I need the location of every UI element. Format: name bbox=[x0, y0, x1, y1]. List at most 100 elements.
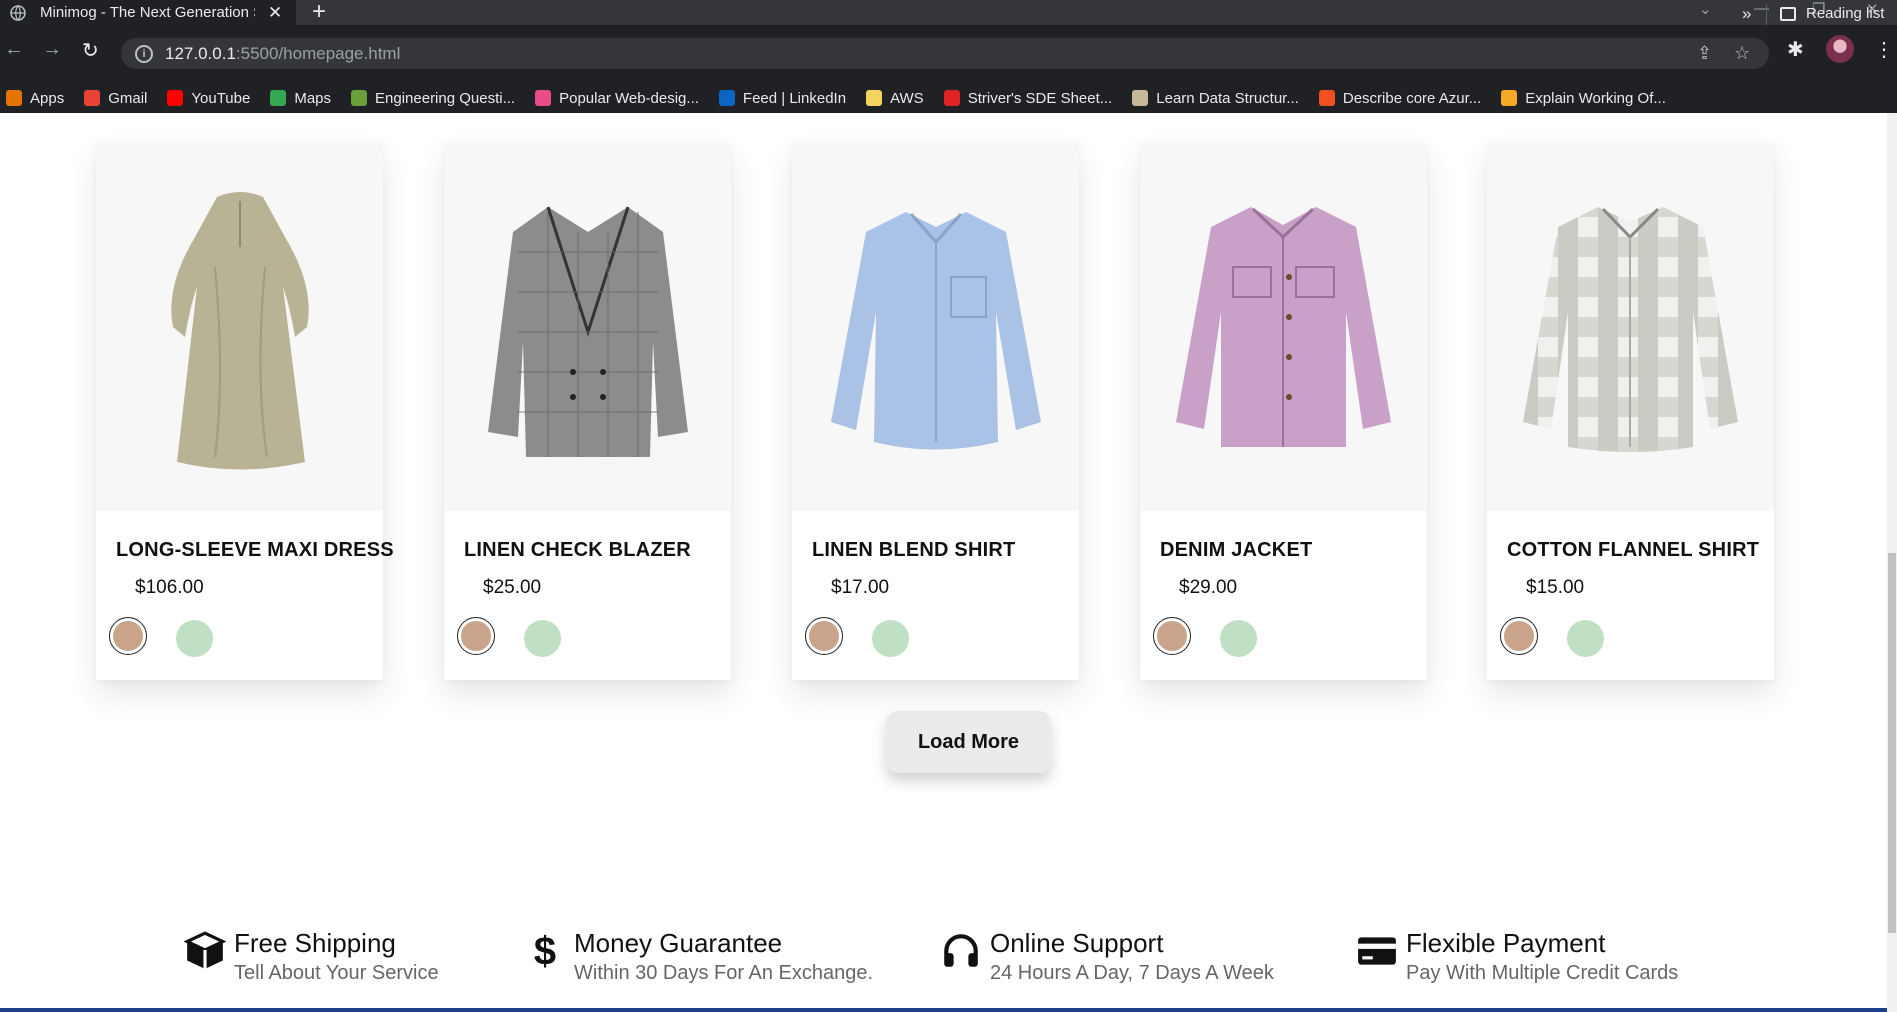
product-image[interactable] bbox=[1140, 143, 1427, 511]
feature-title: Flexible Payment bbox=[1406, 928, 1606, 958]
product-name[interactable]: LINEN CHECK BLAZER bbox=[464, 539, 691, 562]
feature-subtitle: Tell About Your Service bbox=[234, 962, 439, 984]
bookmark-label: Apps bbox=[30, 89, 65, 107]
product-name[interactable]: LONG-SLEEVE MAXI DRESS bbox=[116, 539, 394, 562]
page-scrollbar[interactable] bbox=[1887, 113, 1897, 1012]
product-card[interactable]: DENIM JACKET $29.00 bbox=[1140, 143, 1427, 680]
bookmark-label: Gmail bbox=[108, 89, 148, 107]
product-image[interactable] bbox=[792, 143, 1079, 511]
tab-close-icon[interactable]: ✕ bbox=[268, 3, 282, 23]
address-bar[interactable]: i 127.0.0.1:5500/homepage.html ⇪ ☆ bbox=[121, 38, 1769, 69]
dribbble-icon bbox=[535, 90, 552, 106]
bookmark-label: Feed | LinkedIn bbox=[742, 89, 847, 107]
linkedin-icon bbox=[718, 90, 735, 106]
tab-search-icon[interactable]: ⌄ bbox=[1699, 0, 1712, 20]
apps-grid-icon bbox=[6, 90, 22, 106]
bookmark-item[interactable]: Maps bbox=[270, 90, 331, 107]
product-price: $17.00 bbox=[831, 577, 890, 598]
dollar-icon: $ bbox=[524, 930, 566, 974]
maps-icon bbox=[270, 90, 287, 106]
bookmark-item[interactable]: Popular Web-desig... bbox=[535, 90, 699, 107]
bookmark-label: Learn Data Structur... bbox=[1156, 89, 1299, 107]
bookmarks-bar: Apps Gmail YouTube Maps Engineering Questi..… bbox=[0, 83, 1897, 113]
feature-title: Online Support bbox=[990, 928, 1164, 958]
leaf-icon bbox=[351, 90, 368, 106]
bookmark-label: Striver's SDE Sheet... bbox=[967, 89, 1113, 107]
bookmark-label: Engineering Questi... bbox=[375, 89, 516, 107]
bookmarks-overflow-button[interactable]: » bbox=[1742, 4, 1751, 24]
bookmark-item[interactable]: Explain Working Of... bbox=[1501, 90, 1666, 107]
youtube-icon bbox=[167, 90, 184, 106]
bookmark-item[interactable]: Feed | LinkedIn bbox=[718, 89, 847, 107]
reload-icon[interactable]: ↻ bbox=[82, 38, 99, 63]
product-name[interactable]: LINEN BLEND SHIRT bbox=[812, 539, 1015, 562]
color-swatch-selected[interactable] bbox=[109, 617, 147, 655]
bookmark-item[interactable]: Gmail bbox=[84, 90, 147, 107]
page-viewport: Load More LONG-SLEEVE MAXI DRESS $106.00 L… bbox=[0, 113, 1887, 1012]
color-swatch-selected[interactable] bbox=[457, 617, 495, 655]
share-icon[interactable]: ⇪ bbox=[1697, 43, 1712, 64]
color-swatch-selected[interactable] bbox=[805, 617, 843, 655]
reading-list-button[interactable]: Reading list bbox=[1780, 5, 1884, 22]
color-swatch-selected[interactable] bbox=[1500, 617, 1538, 655]
feature-title: Free Shipping bbox=[234, 928, 396, 958]
color-swatch[interactable] bbox=[1220, 620, 1257, 657]
product-card[interactable]: LINEN BLEND SHIRT $17.00 bbox=[792, 143, 1079, 680]
color-swatch[interactable] bbox=[176, 620, 213, 657]
credit-card-icon bbox=[1356, 930, 1398, 972]
color-swatch[interactable] bbox=[1567, 620, 1604, 657]
bookmark-item[interactable]: Engineering Questi... bbox=[351, 90, 515, 107]
product-image[interactable] bbox=[96, 143, 383, 511]
tab-strip: Minimog - The Next Generation Shopify ✕ … bbox=[0, 0, 1897, 25]
bookmark-item[interactable]: Learn Data Structur... bbox=[1132, 90, 1299, 107]
bookmark-star-icon[interactable]: ☆ bbox=[1734, 43, 1750, 64]
new-tab-button[interactable]: + bbox=[312, 0, 326, 24]
forward-arrow-icon[interactable]: → bbox=[42, 38, 62, 61]
color-swatch-selected[interactable] bbox=[1153, 617, 1191, 655]
gmail-icon bbox=[84, 90, 101, 106]
microsoft-icon bbox=[1318, 90, 1335, 106]
svg-text:$: $ bbox=[534, 930, 556, 972]
cc-icon bbox=[1132, 90, 1149, 106]
url-host: 127.0.0.1 bbox=[165, 43, 236, 63]
site-info-icon[interactable]: i bbox=[135, 44, 153, 63]
bookmark-label: Maps bbox=[294, 89, 332, 107]
product-card[interactable]: COTTON FLANNEL SHIRT $15.00 bbox=[1487, 143, 1774, 680]
folder-icon bbox=[866, 90, 883, 106]
product-name[interactable]: DENIM JACKET bbox=[1160, 539, 1312, 562]
bookmarks-divider bbox=[1766, 5, 1767, 25]
page-bottom-border bbox=[0, 1008, 1887, 1012]
bookmark-item[interactable]: Apps bbox=[6, 90, 64, 107]
load-more-button[interactable]: Load More bbox=[886, 711, 1051, 773]
product-price: $106.00 bbox=[135, 577, 204, 598]
scrollbar-thumb[interactable] bbox=[1888, 553, 1896, 933]
bookmark-item[interactable]: AWS bbox=[866, 90, 924, 107]
product-card[interactable]: LINEN CHECK BLAZER $25.00 bbox=[444, 143, 731, 680]
tab-title: Minimog - The Next Generation Shopify bbox=[40, 4, 255, 21]
product-price: $25.00 bbox=[483, 577, 542, 598]
tuf-icon bbox=[943, 90, 960, 106]
color-swatch[interactable] bbox=[872, 620, 909, 657]
bookmark-label: Describe core Azur... bbox=[1342, 89, 1482, 107]
color-swatch[interactable] bbox=[524, 620, 561, 657]
product-card[interactable]: LONG-SLEEVE MAXI DRESS $106.00 bbox=[96, 143, 394, 680]
active-tab[interactable]: Minimog - The Next Generation Shopify ✕ bbox=[0, 0, 296, 25]
box-icon bbox=[183, 930, 227, 972]
bookmark-item[interactable]: YouTube bbox=[167, 90, 250, 107]
bookmark-label: AWS bbox=[890, 89, 924, 107]
extensions-puzzle-icon[interactable]: ✱ bbox=[1787, 37, 1804, 62]
profile-avatar[interactable] bbox=[1826, 35, 1854, 63]
bookmark-label: YouTube bbox=[191, 89, 251, 107]
bookmark-label: Explain Working Of... bbox=[1525, 89, 1666, 107]
product-image[interactable] bbox=[1487, 143, 1774, 511]
back-arrow-icon[interactable]: ← bbox=[4, 38, 24, 61]
bookmark-label: Popular Web-desig... bbox=[559, 89, 699, 107]
feature-title: Money Guarantee bbox=[574, 928, 783, 958]
browser-menu-icon[interactable]: ⋮ bbox=[1874, 37, 1894, 62]
product-name[interactable]: COTTON FLANNEL SHIRT bbox=[1507, 539, 1759, 562]
feature-subtitle: 24 Hours A Day, 7 Days A Week bbox=[990, 962, 1274, 984]
product-image[interactable] bbox=[444, 143, 731, 511]
bookmark-item[interactable]: Describe core Azur... bbox=[1318, 89, 1482, 107]
reading-list-icon bbox=[1780, 6, 1796, 21]
bookmark-item[interactable]: Striver's SDE Sheet... bbox=[943, 89, 1113, 107]
